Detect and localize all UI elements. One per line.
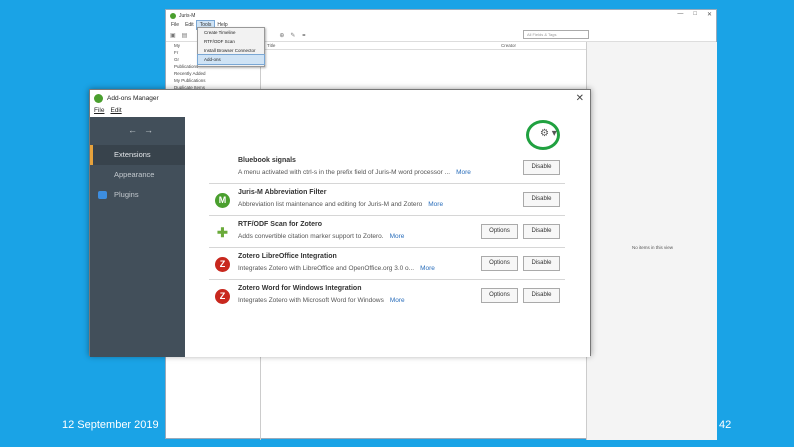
juris-m-titlebar: Juris-M: [166, 10, 716, 21]
disable-button[interactable]: Disable: [523, 224, 560, 239]
addons-menu-edit[interactable]: Edit: [110, 107, 121, 117]
maximize-button[interactable]: □: [693, 11, 697, 18]
tools-item-create-timeline[interactable]: Create Timeline: [198, 28, 264, 37]
addon-name: RTF/ODF Scan for Zotero: [238, 221, 322, 228]
addon-row: ✚ RTF/ODF Scan for Zotero Adds convertib…: [209, 216, 565, 248]
column-title[interactable]: Title: [267, 43, 275, 48]
window-controls: — □ ✕: [677, 11, 712, 18]
menu-file[interactable]: File: [168, 21, 182, 29]
options-button[interactable]: Options: [481, 288, 518, 303]
addon-description: A menu activated with ctrl-s in the pref…: [238, 169, 471, 176]
search-input[interactable]: All Fields & Tags: [523, 30, 589, 39]
item-pane: [587, 42, 717, 440]
link-icon[interactable]: ⚭: [301, 32, 306, 39]
minimize-button[interactable]: —: [677, 11, 683, 18]
more-link[interactable]: More: [390, 233, 405, 240]
addon-row: Z Zotero LibreOffice Integration Integra…: [209, 248, 565, 280]
history-nav: ← →: [128, 125, 153, 135]
addons-sidebar: ← → Extensions Appearance Plugins: [90, 117, 185, 357]
library-item[interactable]: Recently Added: [166, 70, 260, 77]
more-link[interactable]: More: [428, 201, 443, 208]
addon-description: Integrates Zotero with Microsoft Word fo…: [238, 297, 405, 304]
disable-button[interactable]: Disable: [523, 256, 560, 271]
addon-row: Bluebook signals A menu activated with c…: [209, 152, 565, 184]
tools-dropdown: Create Timeline RTF/ODF Scan Install Bro…: [197, 27, 265, 67]
column-creator[interactable]: Creator: [501, 43, 516, 48]
slide-date: 12 September 2019: [62, 419, 159, 431]
plugin-icon: [98, 191, 107, 199]
addon-row: M Juris-M Abbreviation Filter Abbreviati…: [209, 184, 565, 216]
zotero-icon: Z: [215, 257, 230, 272]
juris-m-logo-icon: [94, 94, 103, 103]
addons-manager-dialog: Add-ons Manager ✕ File Edit ← → Extensio…: [89, 89, 591, 357]
addon-name: Juris-M Abbreviation Filter: [238, 189, 327, 196]
library-item[interactable]: My Publications: [166, 77, 260, 84]
options-button[interactable]: Options: [481, 256, 518, 271]
addon-description: Integrates Zotero with LibreOffice and O…: [238, 265, 435, 272]
zotero-icon: Z: [215, 289, 230, 304]
close-icon[interactable]: ✕: [576, 93, 584, 104]
addon-description: Adds convertible citation marker support…: [238, 233, 405, 240]
juris-m-addon-icon: M: [215, 193, 230, 208]
addons-menubar: File Edit: [90, 107, 590, 117]
tools-item-addons[interactable]: Add-ons: [197, 54, 265, 65]
close-button[interactable]: ✕: [707, 11, 712, 18]
items-column-header: Title Creator: [261, 42, 586, 50]
back-arrow-icon[interactable]: ←: [128, 125, 137, 135]
juris-m-logo-icon: [170, 12, 176, 19]
more-link[interactable]: More: [420, 265, 435, 272]
juris-m-title: Juris-M: [179, 12, 196, 19]
new-collection-icon[interactable]: ▣: [170, 32, 176, 39]
addons-title: Add-ons Manager: [107, 95, 159, 102]
addon-row: Z Zotero Word for Windows Integration In…: [209, 280, 565, 312]
menu-edit[interactable]: Edit: [182, 21, 197, 29]
disable-button[interactable]: Disable: [523, 288, 560, 303]
new-item-icon[interactable]: ⊕: [279, 32, 284, 39]
category-appearance[interactable]: Appearance: [90, 165, 185, 185]
disable-button[interactable]: Disable: [523, 192, 560, 207]
tools-item-rtf-scan[interactable]: RTF/ODF Scan: [198, 37, 264, 46]
disable-button[interactable]: Disable: [523, 160, 560, 175]
addon-name: Bluebook signals: [238, 157, 296, 164]
options-button[interactable]: Options: [481, 224, 518, 239]
add-attachment-icon[interactable]: ✎: [290, 32, 295, 39]
new-library-icon[interactable]: ▤: [182, 32, 188, 39]
slide-page-number: 42: [719, 419, 732, 431]
category-plugins[interactable]: Plugins: [90, 185, 185, 205]
addons-list-pane: ⚙ ▾ Bluebook signals A menu activated wi…: [185, 117, 590, 357]
addon-description: Abbreviation list maintenance and editin…: [238, 201, 444, 208]
category-plugins-label: Plugins: [114, 190, 139, 199]
addon-name: Zotero LibreOffice Integration: [238, 253, 337, 260]
forward-arrow-icon[interactable]: →: [144, 125, 153, 135]
more-link[interactable]: More: [390, 297, 405, 304]
addons-titlebar: Add-ons Manager: [90, 90, 590, 107]
puzzle-icon: ✚: [217, 225, 228, 240]
no-items-text: No items in this view: [632, 245, 674, 250]
more-link[interactable]: More: [456, 169, 471, 176]
tools-item-install-connector[interactable]: Install Browser Connector: [198, 46, 264, 55]
addons-menu-file[interactable]: File: [94, 107, 104, 117]
category-extensions[interactable]: Extensions: [90, 145, 185, 165]
addon-name: Zotero Word for Windows Integration: [238, 285, 362, 292]
gear-icon[interactable]: ⚙ ▾: [540, 128, 557, 139]
